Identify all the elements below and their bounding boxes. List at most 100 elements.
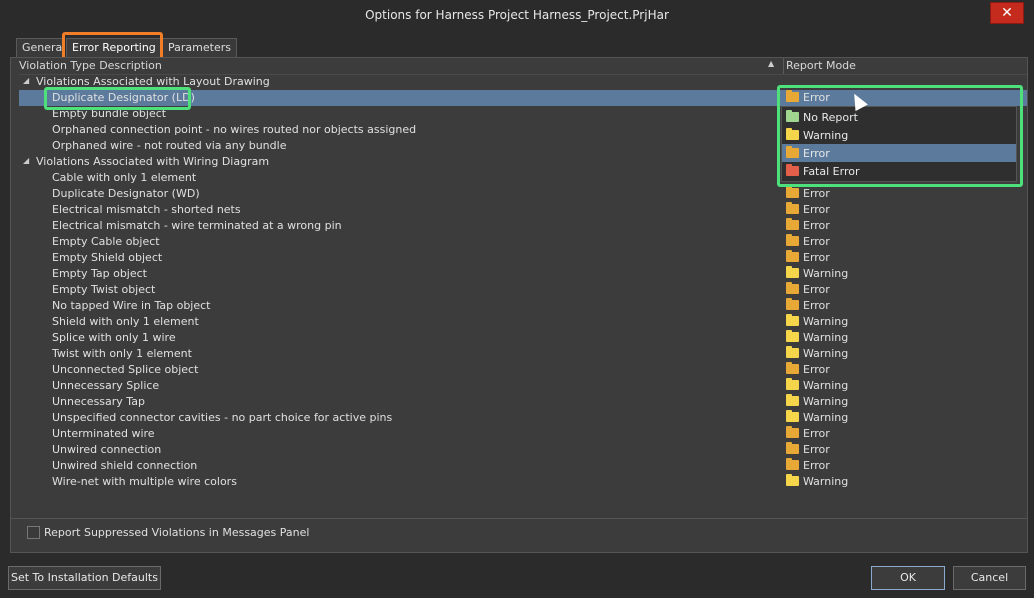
violation-description: Unwired connection [52, 443, 162, 456]
table-row[interactable]: Twist with only 1 element Warning [19, 346, 1027, 362]
violation-description: Splice with only 1 wire [52, 331, 176, 344]
table-row[interactable]: Unspecified connector cavities - no part… [19, 410, 1027, 426]
folder-yellow-icon [786, 474, 799, 486]
table-row[interactable]: Unnecessary Splice Warning [19, 378, 1027, 394]
table-row[interactable]: Electrical mismatch - shorted nets Error [19, 202, 1027, 218]
report-mode-label: Error [803, 219, 830, 232]
violation-description: Wire-net with multiple wire colors [52, 475, 237, 488]
folder-orange-icon [786, 146, 799, 158]
report-mode-label: Error [803, 235, 830, 248]
report-mode-label: Warning [803, 395, 849, 408]
footer-divider [10, 518, 1028, 519]
dropdown-option-warning[interactable]: Warning [782, 126, 1016, 144]
violation-description: Empty Shield object [52, 251, 163, 264]
report-suppressed-checkbox[interactable] [27, 526, 40, 539]
report-mode-cell[interactable]: Error [786, 282, 830, 296]
report-mode-cell[interactable]: Error [786, 202, 830, 216]
violation-description: Empty Tap object [52, 267, 147, 280]
report-mode-cell[interactable]: Error [786, 298, 830, 312]
report-mode-cell[interactable]: Warning [786, 410, 848, 424]
violation-description: Twist with only 1 element [52, 347, 192, 360]
folder-yellow-icon [786, 330, 799, 342]
set-defaults-button[interactable]: Set To Installation Defaults [8, 566, 161, 590]
table-header: Violation Type Description ▲ Report Mode [19, 58, 1027, 75]
report-mode-cell[interactable]: Warning [786, 474, 848, 488]
table-row[interactable]: Duplicate Designator (WD) Error [19, 186, 1027, 202]
table-row[interactable]: Splice with only 1 wire Warning [19, 330, 1027, 346]
folder-yellow-icon [786, 378, 799, 390]
table-row[interactable]: Wire-net with multiple wire colors Warnin… [19, 474, 1027, 490]
tab-general-label: General [22, 41, 64, 54]
report-mode-cell[interactable]: Warning [786, 330, 849, 344]
folder-red-icon [786, 164, 799, 176]
tab-parameters[interactable]: Parameters [162, 38, 237, 59]
table-row[interactable]: Unwired connection Error [19, 442, 1027, 458]
report-mode-label: Warning [803, 347, 849, 360]
violation-description: Shield with only 1 element [52, 315, 199, 328]
dropdown-option-fatal-error[interactable]: Fatal Error [782, 162, 1016, 180]
report-mode-cell[interactable]: Error [786, 458, 830, 472]
report-mode-cell[interactable]: Error [786, 218, 830, 232]
report-mode-label: Warning [803, 331, 849, 344]
option-label: No Report [803, 111, 858, 124]
report-mode-label: Error [803, 363, 830, 376]
violation-description: No tapped Wire in Tap object [52, 299, 211, 312]
table-row[interactable]: Unwired shield connection Error [19, 458, 1027, 474]
report-mode-label: Error [803, 299, 830, 312]
table-row[interactable]: Unnecessary Tap Warning [19, 394, 1027, 410]
column-header-report-mode[interactable]: Report Mode [786, 59, 856, 72]
cancel-button[interactable]: Cancel [953, 566, 1026, 590]
report-mode-cell[interactable]: Error [786, 234, 830, 248]
report-mode-label: Error [803, 459, 830, 472]
violation-description: Unspecified connector cavities - no part… [52, 411, 393, 424]
folder-yellow-icon [786, 128, 799, 140]
report-mode-cell[interactable]: Error [786, 250, 830, 264]
report-mode-cell[interactable]: Warning [786, 346, 849, 360]
violation-description: Unnecessary Splice [52, 379, 160, 392]
violation-description: Empty Twist object [52, 283, 156, 296]
table-row[interactable]: Electrical mismatch - wire terminated at… [19, 218, 1027, 234]
report-mode-label: Error [803, 283, 830, 296]
violation-description: Unnecessary Tap [52, 395, 145, 408]
tab-general[interactable]: General [16, 38, 64, 59]
collapse-icon[interactable]: ◢ [23, 156, 29, 165]
column-header-description[interactable]: Violation Type Description [19, 59, 162, 72]
table-row[interactable]: Empty Cable object Error [19, 234, 1027, 250]
folder-green-icon [786, 110, 799, 122]
table-row[interactable]: Empty Tap object Warning [19, 266, 1027, 282]
report-mode-label: Error [803, 203, 830, 216]
folder-orange-icon [786, 282, 799, 294]
table-row[interactable]: No tapped Wire in Tap object Error [19, 298, 1027, 314]
violation-description: Violations Associated with Wiring Diagra… [36, 155, 270, 168]
report-mode-label: Error [803, 427, 830, 440]
table-row[interactable]: Empty Twist object Error [19, 282, 1027, 298]
dropdown-option-error[interactable]: Error [782, 144, 1016, 162]
report-mode-label: Error [803, 251, 830, 264]
violation-description: Unterminated wire [52, 427, 155, 440]
report-mode-cell[interactable]: Error [786, 362, 830, 376]
table-row[interactable]: Empty Shield object Error [19, 250, 1027, 266]
close-button[interactable]: ✕ [990, 2, 1024, 24]
dropdown-option-no-report[interactable]: No Report [782, 108, 1016, 126]
report-mode-label: Error [803, 187, 830, 200]
column-divider[interactable] [783, 58, 784, 74]
folder-orange-icon [786, 442, 799, 454]
report-mode-cell[interactable]: Warning [786, 314, 848, 328]
table-row[interactable]: Unconnected Splice object Error [19, 362, 1027, 378]
ok-button[interactable]: OK [871, 566, 945, 590]
report-mode-dropdown[interactable]: No Report Warning Error Fatal Error [781, 106, 1017, 182]
report-mode-cell[interactable]: Warning [786, 378, 848, 392]
report-mode-cell[interactable]: Error [786, 186, 830, 200]
violation-description: Unconnected Splice object [52, 363, 199, 376]
folder-orange-icon [786, 426, 799, 438]
collapse-icon[interactable]: ◢ [23, 76, 29, 85]
table-row[interactable]: Unterminated wire Error [19, 426, 1027, 442]
report-mode-label: Error [803, 443, 830, 456]
report-mode-cell[interactable]: Warning [786, 266, 848, 280]
report-mode-cell[interactable]: Warning [786, 394, 849, 408]
report-mode-cell[interactable]: Error [786, 426, 830, 440]
folder-orange-icon [786, 250, 799, 262]
option-label: Error [803, 147, 830, 160]
report-mode-cell[interactable]: Error [786, 442, 830, 456]
table-row[interactable]: Shield with only 1 element Warning [19, 314, 1027, 330]
